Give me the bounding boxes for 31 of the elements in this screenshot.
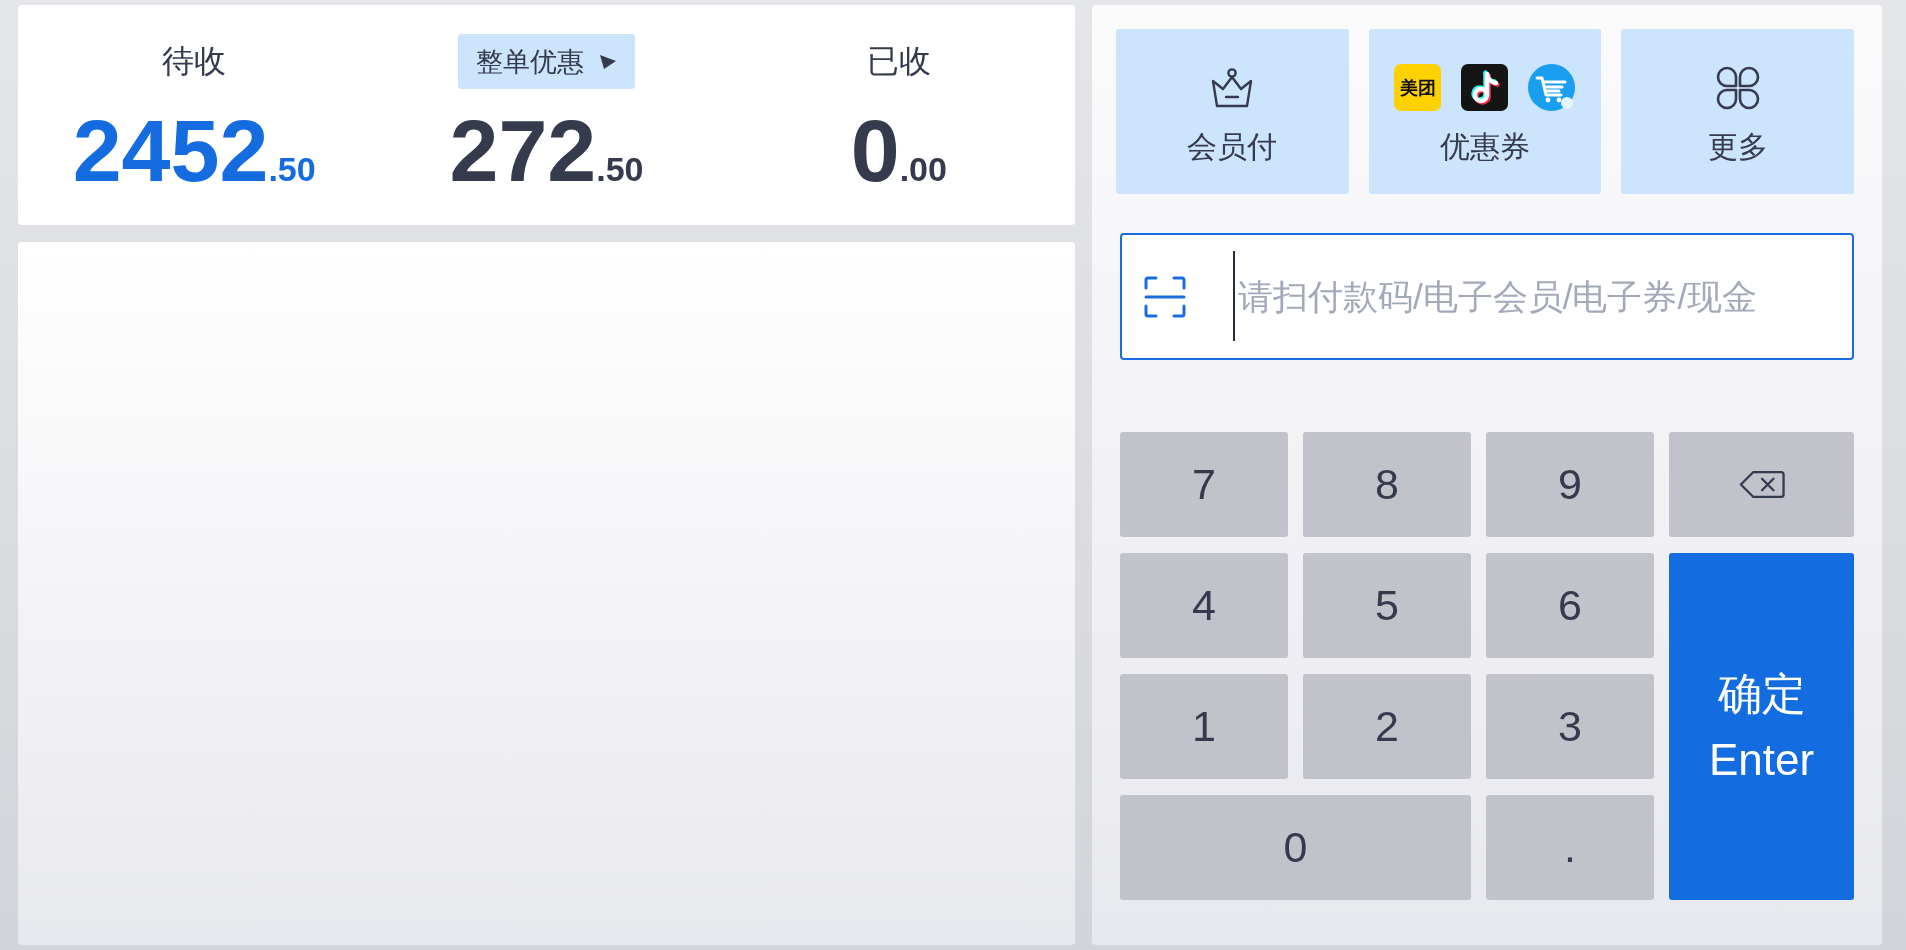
amount-text: 0.00 [850,107,947,195]
keypad-key[interactable]: 8 [1303,432,1471,537]
keypad-key[interactable]: 9 [1486,432,1654,537]
cart-icon [1528,64,1576,111]
keypad-key[interactable]: 2 [1303,674,1471,779]
summary-label: 待收 [162,42,227,81]
keypad-key[interactable]: . [1486,795,1654,900]
amount-text: 272.50 [449,107,644,195]
more-button[interactable]: 更多 [1621,29,1854,194]
scan-icon [1144,276,1186,318]
keypad-key[interactable]: 0 [1120,795,1471,900]
coupon-button[interactable]: 美团 优惠券 [1368,29,1602,194]
keypad-key[interactable]: 6 [1486,553,1654,658]
member-pay-button[interactable]: 会员付 [1116,29,1349,194]
keypad-key[interactable]: 4 [1120,553,1288,658]
crown-icon [1210,67,1255,108]
keypad-key[interactable]: 1 [1120,674,1288,779]
enter-key[interactable]: 确定 Enter [1669,553,1854,900]
keypad-key[interactable]: 7 [1120,432,1288,537]
discount-button[interactable]: 整单优惠 [458,34,635,89]
backspace-icon [1738,470,1785,499]
keypad-key[interactable]: 5 [1303,553,1471,658]
backspace-key[interactable] [1669,432,1854,537]
amount-text: 2452.50 [72,107,316,195]
scan-input-field[interactable]: 请扫付款码/电子会员/电子券/现金 [1120,233,1854,360]
keypad-key[interactable]: 3 [1486,674,1654,779]
music-note-icon [1461,64,1509,111]
logo-badge: 美团 [1394,64,1442,111]
grid-icon [1715,65,1760,110]
caret-icon [600,54,617,69]
summary-label: 已收 [866,42,931,81]
